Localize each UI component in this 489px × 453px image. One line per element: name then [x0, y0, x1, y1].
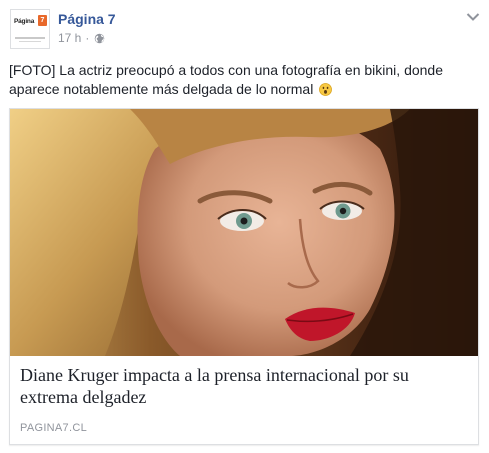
chevron-down-icon[interactable] [466, 12, 480, 22]
astonished-face-icon [319, 83, 333, 96]
post-message: [FOTO] La actriz preocupó a todos con un… [9, 61, 481, 99]
avatar-logo-line [15, 37, 45, 39]
portrait-photo [10, 109, 478, 356]
link-preview-image[interactable] [10, 109, 478, 356]
post-timestamp[interactable]: 17 h [58, 31, 81, 45]
avatar-logo-badge: 7 [38, 15, 47, 26]
facebook-post: Página 7 Página 7 17 h · [FOTO] La actri… [0, 0, 489, 453]
page-name-link[interactable]: Página 7 [58, 11, 116, 27]
meta-separator: · [85, 31, 90, 45]
post-message-text: [FOTO] La actriz preocupó a todos con un… [9, 62, 444, 97]
link-domain: PAGINA7.CL [20, 422, 87, 434]
page-avatar[interactable]: Página 7 [10, 9, 50, 49]
globe-icon[interactable] [94, 33, 105, 44]
avatar-logo-text: Página [14, 18, 35, 25]
avatar-logo-line [19, 41, 41, 42]
link-title[interactable]: Diane Kruger impacta a la prensa interna… [20, 364, 470, 408]
link-preview-card[interactable]: Diane Kruger impacta a la prensa interna… [9, 108, 479, 445]
post-meta: 17 h · [58, 31, 105, 45]
